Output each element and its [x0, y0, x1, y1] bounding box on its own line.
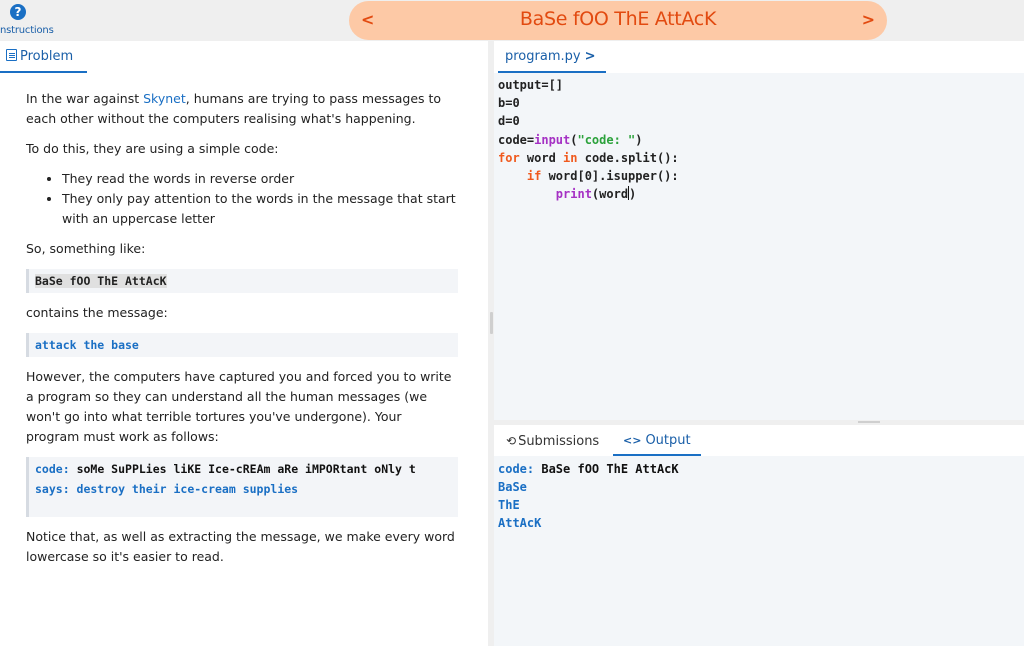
sample-prompt-label: code: — [35, 462, 70, 476]
tab-problem-label: Problem — [20, 49, 74, 64]
example-code: BaSe fOO ThE AttAcK — [35, 274, 167, 288]
file-tab-label: program.py — [505, 49, 581, 64]
horizontal-splitter-handle[interactable] — [858, 421, 880, 423]
code-token: ) — [629, 187, 637, 202]
help-icon: ? — [10, 4, 26, 20]
rules-list: They read the words in reverse order The… — [44, 169, 458, 229]
code-line: d=0 — [498, 114, 520, 129]
sample-result: says: destroy their ice-cream supplies — [35, 482, 299, 496]
code-token: print — [555, 187, 592, 202]
vertical-splitter-handle[interactable] — [490, 312, 493, 334]
problem-description: In the war against Skynet, humans are tr… — [26, 89, 458, 577]
code-token: word[0].isupper(): — [541, 169, 679, 184]
notice-paragraph: Notice that, as well as extracting the m… — [26, 529, 455, 564]
output-prompt-label: code: — [498, 462, 535, 476]
tab-submissions[interactable]: ⟲ Submissions — [506, 431, 599, 452]
code-brackets-icon: <> — [623, 434, 642, 447]
code-token: ) — [635, 132, 643, 147]
instructions-button[interactable]: ? nstructions — [0, 4, 56, 36]
tab-output[interactable]: <> Output — [613, 431, 701, 456]
output-header: ⟲ Submissions <> Output — [494, 425, 1024, 456]
code-token: for — [498, 150, 520, 165]
sample-prompt-value: soMe SuPPLies liKE Ice-cREAm aRe iMPORta… — [76, 462, 416, 476]
code-token: (word — [591, 187, 629, 202]
problem-panel: Problem In the war against Skynet, human… — [0, 41, 488, 646]
code-token: in — [563, 150, 578, 165]
tab-problem[interactable]: Problem — [0, 47, 87, 73]
tab-program-py[interactable]: program.py > — [498, 47, 606, 73]
contains-label: contains the message: — [26, 305, 168, 320]
document-icon — [6, 49, 17, 61]
chevron-right-icon: > — [584, 49, 596, 64]
problem-title: BaSe fOO ThE AttAcK — [519, 8, 717, 30]
code-token: input — [534, 132, 571, 147]
output-line: AttAcK — [498, 516, 542, 530]
example-code-block: BaSe fOO ThE AttAcK — [26, 269, 458, 293]
code-token: code.split(): — [577, 150, 679, 165]
code-panel: program.py > output=[] b=0 d=0 code=input… — [494, 41, 1024, 646]
code-token: code= — [498, 132, 535, 147]
code-intro: To do this, they are using a simple code… — [26, 141, 279, 156]
rule-item: They only pay attention to the words in … — [62, 189, 458, 229]
top-bar: ? nstructions < BaSe fOO ThE AttAcK > — [0, 0, 1024, 41]
intro-paragraph: In the war against Skynet, humans are tr… — [26, 89, 458, 129]
editor-header: program.py > — [494, 41, 1024, 73]
intro-text: In the war against — [26, 91, 144, 106]
output-line: BaSe — [498, 480, 527, 494]
problem-title-bar: < BaSe fOO ThE AttAcK > — [349, 1, 887, 40]
tab-submissions-label: Submissions — [518, 434, 600, 449]
code-token: word — [519, 150, 564, 165]
history-icon: ⟲ — [506, 434, 517, 448]
sample-io-block: code: soMe SuPPLies liKE Ice-cREAm aRe i… — [26, 457, 458, 517]
code-line: b=0 — [498, 96, 520, 111]
next-problem-icon[interactable]: > — [862, 10, 875, 29]
code-editor[interactable]: output=[] b=0 d=0 code=input("code: ") f… — [494, 73, 1024, 421]
tab-output-label: Output — [645, 433, 691, 448]
program-output: code: BaSe fOO ThE AttAcK BaSe ThE AttAc… — [498, 460, 679, 532]
skynet-link[interactable]: Skynet — [143, 91, 186, 106]
example-message: attack the base — [35, 338, 139, 352]
rule-item: They read the words in reverse order — [62, 169, 458, 189]
task-paragraph: However, the computers have captured you… — [26, 369, 452, 444]
code-token: "code: " — [577, 132, 636, 147]
code-line: output=[] — [498, 78, 564, 92]
output-prompt-input: BaSe fOO ThE AttAcK — [534, 462, 679, 476]
instructions-label: nstructions — [0, 25, 54, 36]
example-intro: So, something like: — [26, 241, 146, 256]
code-token: if — [526, 169, 542, 184]
example-message-block: attack the base — [26, 333, 458, 357]
output-line: ThE — [498, 498, 520, 512]
